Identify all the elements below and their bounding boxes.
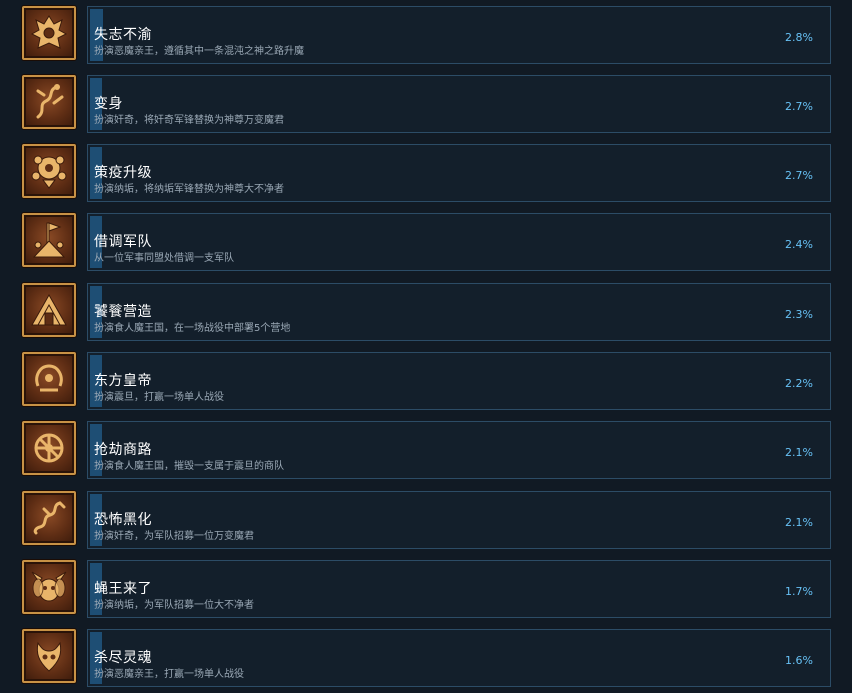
achievement-row: 变身扮演奸奇，将奸奇军锋替换为神尊万变魔君 2.7%: [0, 75, 852, 133]
serpent-figure-icon: [22, 75, 76, 129]
achievement-title: 失志不渝: [94, 27, 152, 43]
achievement-row: 蝇王来了扮演纳垢，为军队招募一位大不净者 1.7%: [0, 560, 852, 618]
achievement-row: 借调军队从一位军事同盟处借调一支军队 2.4%: [0, 213, 852, 271]
unlock-percent: 2.1%: [785, 446, 813, 459]
unlock-percent: 2.7%: [785, 100, 813, 113]
achievement-row: 恐怖黑化扮演奸奇，为军队招募一位万变魔君 2.1%: [0, 491, 852, 549]
unlock-percent: 1.6%: [785, 654, 813, 667]
achievement-row: 失志不渝扮演恶魔亲王，遵循其中一条混沌之神之路升魔 2.8%: [0, 6, 852, 64]
achievement-card: 蝇王来了扮演纳垢，为军队招募一位大不净者 1.7%: [87, 560, 831, 618]
achievement-row: 策疫升级扮演纳垢，将纳垢军锋替换为神尊大不净者 2.7%: [0, 144, 852, 202]
plague-emblem-icon: [22, 144, 76, 198]
achievement-card: 饕餮营造扮演食人魔王国，在一场战役中部署5个营地 2.3%: [87, 283, 831, 341]
unlock-percent: 2.3%: [785, 308, 813, 321]
achievement-row: 饕餮营造扮演食人魔王国，在一场战役中部署5个营地 2.3%: [0, 283, 852, 341]
horned-skull-icon: [22, 629, 76, 683]
achievement-list: 失志不渝扮演恶魔亲王，遵循其中一条混沌之神之路升魔 2.8% 变身扮演奸奇，将奸奇军…: [0, 0, 852, 693]
achievement-card: 策疫升级扮演纳垢，将纳垢军锋替换为神尊大不净者 2.7%: [87, 144, 831, 202]
achievement-card: 杀尽灵魂扮演恶魔亲王，打赢一场单人战役 1.6%: [87, 629, 831, 687]
achievement-title: 恐怖黑化: [94, 512, 152, 528]
achievement-title: 蝇王来了: [94, 581, 152, 597]
achievement-title: 变身: [94, 96, 123, 112]
achievement-card: 东方皇帝扮演震旦，打赢一场单人战役 2.2%: [87, 352, 831, 410]
army-banner-icon: [22, 213, 76, 267]
achievement-row: 东方皇帝扮演震旦，打赢一场单人战役 2.2%: [0, 352, 852, 410]
achievement-row: 抢劫商路扮演食人魔王国，摧毁一支属于震旦的商队 2.1%: [0, 421, 852, 479]
achievement-card: 借调军队从一位军事同盟处借调一支军队 2.4%: [87, 213, 831, 271]
unlock-percent: 2.1%: [785, 516, 813, 529]
unlock-percent: 2.7%: [785, 169, 813, 182]
achievement-description: 扮演纳垢，将纳垢军锋替换为神尊大不净者: [94, 184, 284, 195]
achievement-description: 扮演奸奇，将奸奇军锋替换为神尊万变魔君: [94, 115, 284, 126]
achievement-title: 杀尽灵魂: [94, 650, 152, 666]
unlock-percent: 2.8%: [785, 31, 813, 44]
ogre-camp-icon: [22, 283, 76, 337]
achievement-title: 抢劫商路: [94, 442, 152, 458]
unlock-percent: 1.7%: [785, 585, 813, 598]
achievement-title: 东方皇帝: [94, 373, 152, 389]
eastern-wreath-icon: [22, 352, 76, 406]
achievement-description: 扮演恶魔亲王，遵循其中一条混沌之神之路升魔: [94, 46, 304, 57]
achievement-title: 策疫升级: [94, 165, 152, 181]
achievement-card: 恐怖黑化扮演奸奇，为军队招募一位万变魔君 2.1%: [87, 491, 831, 549]
broken-wheel-icon: [22, 421, 76, 475]
achievement-description: 扮演震旦，打赢一场单人战役: [94, 392, 224, 403]
unlock-percent: 2.4%: [785, 238, 813, 251]
achievement-card: 失志不渝扮演恶魔亲王，遵循其中一条混沌之神之路升魔 2.8%: [87, 6, 831, 64]
dragon-icon: [22, 491, 76, 545]
achievement-description: 扮演食人魔王国，在一场战役中部署5个营地: [94, 323, 291, 334]
achievement-card: 变身扮演奸奇，将奸奇军锋替换为神尊万变魔君 2.7%: [87, 75, 831, 133]
unlock-percent: 2.2%: [785, 377, 813, 390]
achievement-description: 扮演恶魔亲王，打赢一场单人战役: [94, 669, 244, 680]
fly-lord-icon: [22, 560, 76, 614]
achievement-title: 借调军队: [94, 234, 152, 250]
achievement-description: 从一位军事同盟处借调一支军队: [94, 253, 234, 264]
achievement-row: 杀尽灵魂扮演恶魔亲王，打赢一场单人战役 1.6%: [0, 629, 852, 687]
achievement-card: 抢劫商路扮演食人魔王国，摧毁一支属于震旦的商队 2.1%: [87, 421, 831, 479]
achievement-description: 扮演奸奇，为军队招募一位万变魔君: [94, 531, 254, 542]
demon-crest-icon: [22, 6, 76, 60]
achievement-description: 扮演食人魔王国，摧毁一支属于震旦的商队: [94, 461, 284, 472]
achievement-title: 饕餮营造: [94, 304, 152, 320]
achievement-description: 扮演纳垢，为军队招募一位大不净者: [94, 600, 254, 611]
